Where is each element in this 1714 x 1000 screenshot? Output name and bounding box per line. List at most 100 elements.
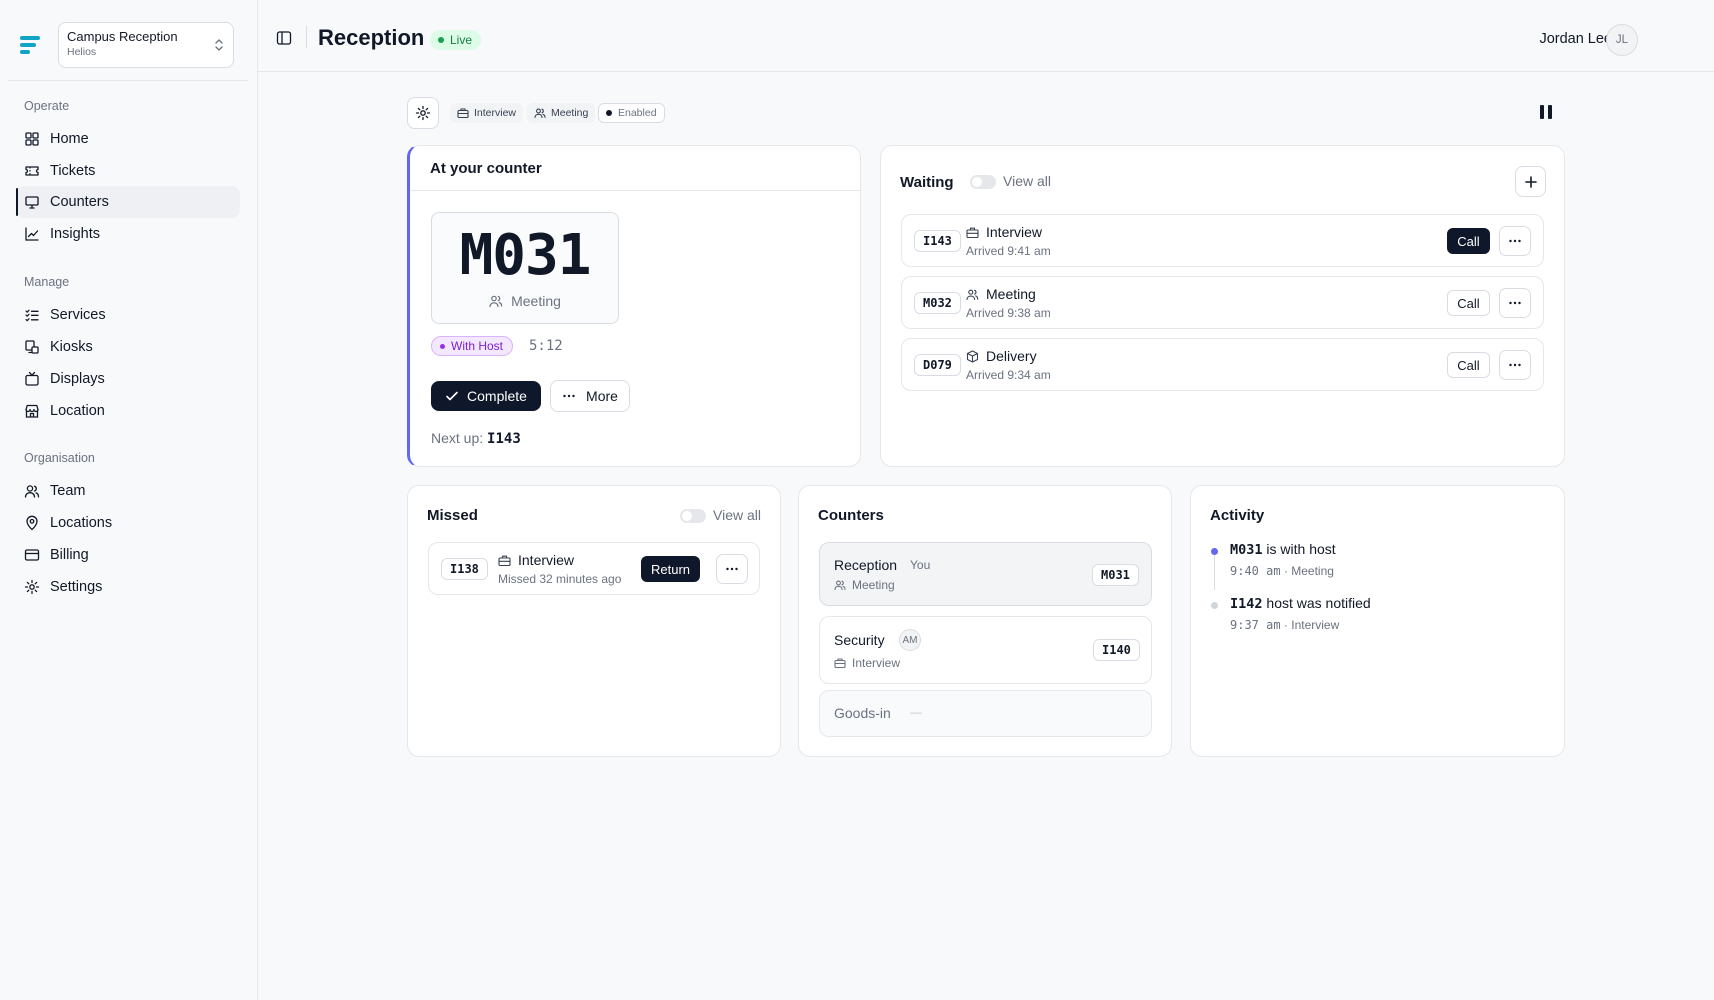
ticket-code: M032 <box>914 292 961 314</box>
current-ticket-number: M031 <box>459 223 592 288</box>
sidebar-item-billing[interactable]: Billing <box>16 539 240 571</box>
nav-group-manage: Manage <box>24 275 70 289</box>
view-all-label: View all <box>713 507 761 523</box>
counters-title: Counters <box>818 507 884 524</box>
counter-row-goods-in[interactable]: Goods-in — <box>819 690 1152 737</box>
counter-row-security[interactable]: Security AM Interview I140 <box>819 616 1152 684</box>
ellipsis-icon <box>726 567 738 571</box>
card-divider <box>410 190 860 191</box>
sidebar-item-label: Displays <box>50 371 105 387</box>
org-header: Campus Reception Helios <box>16 20 248 70</box>
view-all-toggle[interactable] <box>680 509 706 523</box>
sidebar-item-locations[interactable]: Locations <box>16 507 240 539</box>
page-title: Reception <box>318 25 425 50</box>
pause-icon[interactable] <box>1536 102 1556 122</box>
row-menu-button[interactable] <box>1499 226 1531 256</box>
row-menu-button[interactable] <box>716 554 748 584</box>
store-icon <box>25 404 39 418</box>
view-all-label: View all <box>1003 173 1051 189</box>
service-label: Interview <box>852 656 901 670</box>
ticket-icon <box>25 166 39 176</box>
row-service: Interview <box>966 224 1042 240</box>
missed-title: Missed <box>427 507 478 524</box>
arrival-time: Arrived 9:41 am <box>966 244 1051 258</box>
you-tag: You <box>910 558 931 572</box>
activity-title: Activity <box>1210 507 1265 524</box>
service-label: Interview <box>518 552 575 568</box>
sidebar-item-displays[interactable]: Displays <box>16 363 240 395</box>
ellipsis-icon <box>563 394 575 398</box>
sidebar-item-insights[interactable]: Insights <box>16 218 240 250</box>
timeline-dot <box>1211 602 1218 609</box>
ticket-code: I138 <box>441 558 488 580</box>
more-label: More <box>586 388 618 404</box>
call-button[interactable]: Call <box>1447 228 1490 254</box>
sidebar-item-label: Kiosks <box>50 339 93 355</box>
event-meta: 9:40 am · Meeting <box>1230 564 1334 578</box>
nav-group-operate: Operate <box>24 99 70 113</box>
user-name[interactable]: Jordan Lee <box>1539 31 1612 47</box>
service-label: Delivery <box>986 348 1037 364</box>
counter-settings-button[interactable] <box>407 97 439 129</box>
row-menu-button[interactable] <box>1499 288 1531 318</box>
event-text: is with host <box>1266 541 1336 557</box>
counter-row-reception[interactable]: Reception You Meeting M031 <box>819 542 1152 606</box>
sidebar-item-label: Home <box>50 131 89 147</box>
counter-card: At your counter M031 Meeting With Host 5… <box>407 145 861 467</box>
arrival-time: Arrived 9:38 am <box>966 306 1051 320</box>
header-divider <box>306 26 307 48</box>
missed-row[interactable]: I138 Interview Missed 32 minutes ago Ret… <box>428 542 760 595</box>
call-button[interactable]: Call <box>1447 290 1490 316</box>
queue-row[interactable]: D079 Delivery Arrived 9:34 am Call <box>901 338 1544 391</box>
sidebar-item-label: Billing <box>50 547 89 563</box>
sidebar-item-services[interactable]: Services <box>16 299 240 331</box>
kiosk-icon <box>25 340 39 354</box>
queue-row[interactable]: M032 Meeting Arrived 9:38 am Call <box>901 276 1544 329</box>
add-ticket-button[interactable] <box>1515 166 1546 197</box>
sidebar-item-label: Services <box>50 307 106 323</box>
service-label: Meeting <box>852 578 895 592</box>
sidebar-toggle-icon[interactable] <box>276 30 292 46</box>
event-time: 9:40 am <box>1230 564 1281 578</box>
users-icon <box>24 485 40 498</box>
view-all-toggle[interactable] <box>970 175 996 189</box>
more-button[interactable]: More <box>550 380 630 412</box>
status-label: With Host <box>451 339 504 353</box>
org-switcher[interactable]: Campus Reception Helios <box>58 22 234 68</box>
monitor-icon <box>25 196 39 209</box>
counter-ticket: M031 <box>1092 564 1139 586</box>
counter-name: Security <box>834 632 885 648</box>
waiting-card: Waiting View all I143 Interview Arrived … <box>880 145 1565 467</box>
service-label: Meeting <box>511 293 561 309</box>
sidebar-item-kiosks[interactable]: Kiosks <box>16 331 240 363</box>
sidebar-item-tickets[interactable]: Tickets <box>16 155 240 187</box>
row-menu-button[interactable] <box>1499 350 1531 380</box>
chip-label: Meeting <box>551 107 589 119</box>
sidebar-item-label: Team <box>50 483 86 499</box>
call-button[interactable]: Call <box>1447 352 1490 378</box>
users-icon <box>834 580 846 591</box>
top-header: Reception Live Jordan Lee JL <box>258 0 1714 72</box>
sidebar-item-label: Settings <box>50 579 103 595</box>
sidebar-item-home[interactable]: Home <box>16 123 240 155</box>
row-service: Interview <box>498 552 574 568</box>
sidebar-item-location[interactable]: Location <box>16 395 240 427</box>
ticket-code: D079 <box>914 354 961 376</box>
avatar[interactable]: JL <box>1606 24 1638 56</box>
org-subtitle: Helios <box>67 46 97 58</box>
sidebar-item-counters[interactable]: Counters <box>16 186 240 218</box>
return-button[interactable]: Return <box>641 556 700 582</box>
sidebar-item-label: Locations <box>50 515 113 531</box>
enabled-status-chip[interactable]: Enabled <box>598 103 665 123</box>
plus-icon <box>1524 175 1537 188</box>
service-chip-interview[interactable]: Interview <box>450 103 524 123</box>
counter-name: Goods-in <box>834 705 891 721</box>
event-ticket: I142 <box>1230 596 1263 612</box>
sidebar-item-team[interactable]: Team <box>16 475 240 507</box>
timeline-line <box>1214 554 1215 590</box>
sidebar-item-settings[interactable]: Settings <box>16 571 240 603</box>
complete-button[interactable]: Complete <box>431 381 541 411</box>
queue-row[interactable]: I143 Interview Arrived 9:41 am Call <box>901 214 1544 267</box>
service-chip-meeting[interactable]: Meeting <box>527 103 596 123</box>
service-label: Meeting <box>986 286 1036 302</box>
